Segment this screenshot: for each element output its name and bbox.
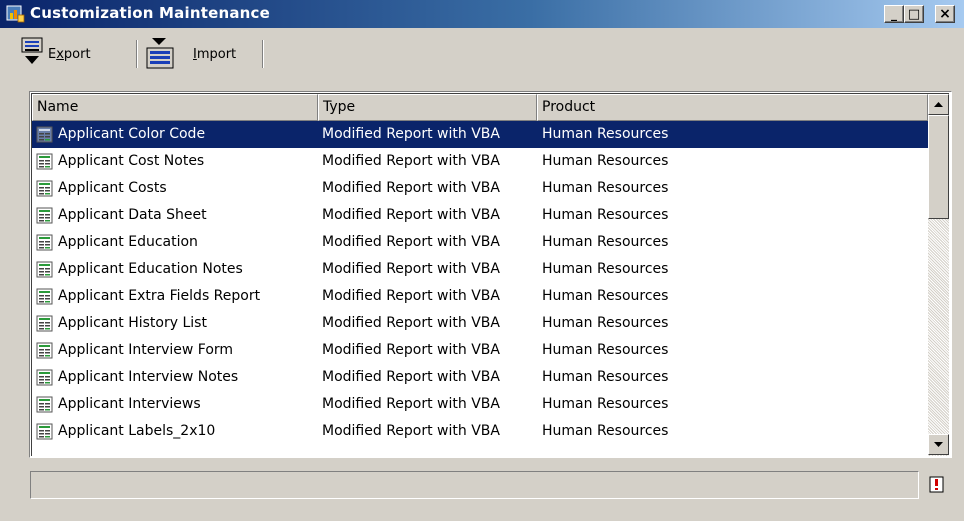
- cell-name: Applicant History List: [58, 315, 207, 331]
- cell-product: Human Resources: [542, 342, 669, 358]
- report-document-icon: [36, 369, 53, 386]
- table-row[interactable]: Applicant Cost Notes Modified Report with…: [32, 148, 928, 175]
- cell-name: Applicant Interviews: [58, 396, 201, 412]
- cell-name: Applicant Education Notes: [58, 261, 243, 277]
- arrow-down-icon: [934, 442, 943, 447]
- customization-list[interactable]: Name Type Product Applicant Color Code Mo…: [29, 91, 952, 458]
- report-document-icon: [36, 207, 53, 224]
- arrow-up-icon: [934, 102, 943, 107]
- scroll-up-button[interactable]: [928, 94, 949, 115]
- report-document-icon: [36, 396, 53, 413]
- import-label: Import: [193, 47, 237, 62]
- cell-type: Modified Report with VBA: [322, 153, 500, 169]
- cell-name: Applicant Interview Notes: [58, 369, 239, 385]
- cell-name: Applicant Education: [58, 234, 198, 250]
- cell-product: Human Resources: [542, 288, 669, 304]
- table-row[interactable]: Applicant Interview Notes Modified Report…: [32, 364, 928, 391]
- cell-name: Applicant Cost Notes: [58, 153, 205, 169]
- toolbar: Export Import: [0, 30, 964, 78]
- table-row[interactable]: Applicant Data Sheet Modified Report with…: [32, 202, 928, 229]
- export-label: Export: [48, 47, 91, 62]
- toolbar-separator: [136, 40, 138, 68]
- cell-name: Applicant Costs: [58, 180, 167, 196]
- report-document-icon: [36, 126, 53, 143]
- minimize-button[interactable]: _: [884, 5, 904, 23]
- cell-name: Applicant Color Code: [58, 126, 206, 142]
- import-icon: [146, 38, 174, 69]
- report-document-icon: [36, 153, 53, 170]
- title-bar[interactable]: Customization Maintenance _ □ ×: [0, 0, 964, 28]
- cell-type: Modified Report with VBA: [322, 369, 500, 385]
- cell-product: Human Resources: [542, 369, 669, 385]
- export-button[interactable]: Export: [20, 37, 115, 69]
- maximize-icon: □: [907, 7, 921, 22]
- table-row[interactable]: Applicant Extra Fields Report Modified Re…: [32, 283, 928, 310]
- maximize-button[interactable]: □: [904, 5, 924, 23]
- cell-type: Modified Report with VBA: [322, 261, 500, 277]
- cell-name: Applicant Interview Form: [58, 342, 234, 358]
- scroll-down-button[interactable]: [928, 434, 949, 455]
- cell-name: Applicant Labels_2x10: [58, 423, 216, 439]
- cell-product: Human Resources: [542, 423, 669, 439]
- cell-type: Modified Report with VBA: [322, 207, 500, 223]
- cell-product: Human Resources: [542, 126, 669, 142]
- cell-type: Modified Report with VBA: [322, 288, 500, 304]
- table-row[interactable]: Applicant Education Modified Report with …: [32, 229, 928, 256]
- cell-product: Human Resources: [542, 153, 669, 169]
- alert-document-icon[interactable]: [928, 476, 946, 494]
- table-row[interactable]: Applicant Interviews Modified Report with…: [32, 391, 928, 418]
- cell-name: Applicant Data Sheet: [58, 207, 207, 223]
- cell-product: Human Resources: [542, 207, 669, 223]
- report-document-icon: [36, 315, 53, 332]
- scroll-thumb[interactable]: [928, 115, 949, 219]
- cell-type: Modified Report with VBA: [322, 126, 500, 142]
- cell-product: Human Resources: [542, 234, 669, 250]
- list-header: Name Type Product: [32, 94, 928, 121]
- close-icon: ×: [939, 6, 951, 22]
- column-header-type[interactable]: Type: [318, 94, 537, 121]
- cell-type: Modified Report with VBA: [322, 234, 500, 250]
- report-document-icon: [36, 423, 53, 440]
- cell-product: Human Resources: [542, 180, 669, 196]
- import-button[interactable]: Import: [145, 37, 255, 69]
- close-button[interactable]: ×: [935, 5, 955, 23]
- cell-type: Modified Report with VBA: [322, 180, 500, 196]
- cell-type: Modified Report with VBA: [322, 423, 500, 439]
- cell-product: Human Resources: [542, 396, 669, 412]
- cell-type: Modified Report with VBA: [322, 342, 500, 358]
- report-document-icon: [36, 288, 53, 305]
- table-row[interactable]: Applicant Education Notes Modified Report…: [32, 256, 928, 283]
- report-document-icon: [36, 234, 53, 251]
- cell-product: Human Resources: [542, 261, 669, 277]
- table-row[interactable]: Applicant Labels_2x10 Modified Report wit…: [32, 418, 928, 445]
- column-header-name[interactable]: Name: [32, 94, 318, 121]
- report-document-icon: [36, 180, 53, 197]
- table-row[interactable]: Applicant History List Modified Report wi…: [32, 310, 928, 337]
- column-header-product[interactable]: Product: [537, 94, 928, 121]
- report-document-icon: [36, 261, 53, 278]
- table-row[interactable]: Applicant Color Code Modified Report with…: [32, 121, 928, 148]
- table-row[interactable]: Applicant Costs Modified Report with VBA H…: [32, 175, 928, 202]
- cell-type: Modified Report with VBA: [322, 396, 500, 412]
- toolbar-separator: [262, 40, 264, 68]
- window-title: Customization Maintenance: [30, 4, 270, 22]
- minimize-icon: _: [891, 7, 897, 21]
- table-row[interactable]: Applicant Interview Form Modified Report …: [32, 337, 928, 364]
- app-icon: [6, 5, 25, 23]
- cell-name: Applicant Extra Fields Report: [58, 288, 261, 304]
- report-document-icon: [36, 342, 53, 359]
- status-bar: [30, 471, 919, 499]
- export-icon: [21, 37, 43, 64]
- cell-type: Modified Report with VBA: [322, 315, 500, 331]
- cell-product: Human Resources: [542, 315, 669, 331]
- vertical-scrollbar[interactable]: [928, 94, 949, 456]
